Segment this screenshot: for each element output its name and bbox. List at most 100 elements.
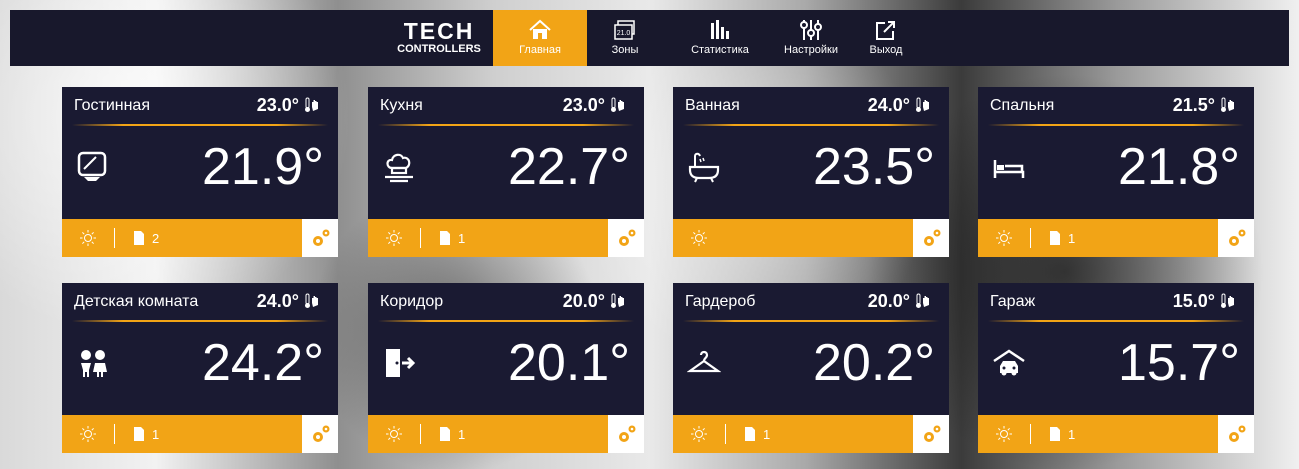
zone-settings-button[interactable] xyxy=(302,415,338,453)
zone-card-footer: 1 xyxy=(978,219,1254,257)
sun-icon xyxy=(386,426,402,442)
zone-card-footer: 2 xyxy=(62,219,338,257)
zone-settings-button[interactable] xyxy=(608,219,644,257)
zone-card-header: Гостинная 23.0° xyxy=(62,87,338,125)
current-temperature: 20.2° xyxy=(812,334,935,392)
zones-icon: 21.0 xyxy=(614,20,635,40)
sun-icon xyxy=(996,230,1012,246)
zone-name: Спальня xyxy=(990,97,1055,114)
sensor-count: 1 xyxy=(152,427,160,442)
top-navigation-bar: TECH CONTROLLERS Главная 21.0 Зоны Стати… xyxy=(10,10,1289,66)
chef-hat-icon xyxy=(385,153,413,183)
gear-icon xyxy=(924,229,941,246)
header-divider xyxy=(988,124,1244,126)
nav-exit[interactable]: Выход xyxy=(858,10,914,66)
header-divider xyxy=(683,124,939,126)
thermometer-hand-icon xyxy=(1221,293,1234,308)
zone-card-garage[interactable]: Гараж 15.0° 15.7° 1 xyxy=(978,283,1254,453)
bathtub-icon xyxy=(688,152,720,183)
gear-icon xyxy=(313,229,330,246)
zone-card-footer: 1 xyxy=(368,415,644,453)
current-temperature: 21.8° xyxy=(1117,138,1240,196)
footer-separator xyxy=(420,228,421,248)
sensor-count: 1 xyxy=(458,231,466,246)
zone-card-bathroom[interactable]: Ванная 24.0° 23.5° xyxy=(673,87,949,257)
zone-card-footer xyxy=(673,219,949,257)
nav-statistics[interactable]: Статистика xyxy=(675,10,765,66)
sensor-count: 1 xyxy=(1068,427,1076,442)
thermometer-hand-icon xyxy=(611,97,624,112)
children-icon xyxy=(81,350,107,377)
current-temperature: 24.2° xyxy=(201,334,324,392)
sensor-count: 1 xyxy=(763,427,771,442)
gear-icon xyxy=(619,425,636,442)
gear-icon xyxy=(1229,425,1246,442)
header-divider xyxy=(988,320,1244,322)
zone-card-header: Кухня 23.0° xyxy=(368,87,644,125)
sun-icon xyxy=(80,230,96,246)
current-temperature: 21.9° xyxy=(201,138,324,196)
zone-card-corridor[interactable]: Коридор 20.0° 20.1° 1 xyxy=(368,283,644,453)
thermometer-hand-icon xyxy=(305,97,318,112)
header-divider xyxy=(378,320,634,322)
zone-settings-button[interactable] xyxy=(1218,415,1254,453)
zone-name: Детская комната xyxy=(74,293,199,310)
statistics-icon xyxy=(711,20,729,39)
sun-icon xyxy=(996,426,1012,442)
zone-card-kitchen[interactable]: Кухня 23.0° 22.7° 1 xyxy=(368,87,644,257)
zone-card-kids-room[interactable]: Детская комната 24.0° 24.2° 1 xyxy=(62,283,338,453)
sensor-count: 1 xyxy=(458,427,466,442)
zone-name: Гараж xyxy=(990,293,1036,310)
zone-name: Коридор xyxy=(380,293,444,310)
zone-settings-button[interactable] xyxy=(1218,219,1254,257)
header-divider xyxy=(378,124,634,126)
zone-settings-button[interactable] xyxy=(302,219,338,257)
zone-card-header: Гараж 15.0° xyxy=(978,283,1254,321)
nav-zones[interactable]: 21.0 Зоны xyxy=(595,10,655,66)
thermometer-hand-icon xyxy=(305,293,318,308)
sun-icon xyxy=(80,426,96,442)
footer-separator xyxy=(1030,228,1031,248)
set-temperature: 23.0° xyxy=(562,95,605,115)
header-divider xyxy=(72,124,328,126)
zone-card-bedroom[interactable]: Спальня 21.5° 21.8° 1 xyxy=(978,87,1254,257)
zone-card-footer: 1 xyxy=(62,415,338,453)
gear-icon xyxy=(619,229,636,246)
exit-icon xyxy=(876,21,895,40)
nav-settings[interactable]: Настройки xyxy=(771,10,851,66)
zone-settings-button[interactable] xyxy=(608,415,644,453)
gear-icon xyxy=(313,425,330,442)
sensor-icon xyxy=(1050,231,1060,245)
gear-icon xyxy=(924,425,941,442)
sensor-count: 2 xyxy=(152,231,160,246)
thermometer-hand-icon xyxy=(916,293,929,308)
door-icon xyxy=(386,349,416,377)
thermometer-hand-icon xyxy=(611,293,624,308)
settings-sliders-icon xyxy=(800,20,822,40)
zone-name: Кухня xyxy=(380,97,423,114)
home-icon xyxy=(529,19,551,39)
zone-card-living-room[interactable]: Гостинная 23.0° 21.9° 2 xyxy=(62,87,338,257)
zone-card-footer: 1 xyxy=(978,415,1254,453)
footer-separator xyxy=(725,424,726,444)
zone-settings-button[interactable] xyxy=(913,415,949,453)
sun-icon xyxy=(691,426,707,442)
zone-name: Гардероб xyxy=(685,293,756,310)
zone-card-wardrobe[interactable]: Гардероб 20.0° 20.2° 1 xyxy=(673,283,949,453)
nav-home[interactable]: Главная xyxy=(493,10,587,66)
footer-separator xyxy=(114,228,115,248)
zone-card-header: Гардероб 20.0° xyxy=(673,283,949,321)
sun-icon xyxy=(386,230,402,246)
sensor-icon xyxy=(134,231,144,245)
set-temperature: 15.0° xyxy=(1172,291,1215,311)
sensor-icon xyxy=(745,427,755,441)
zone-card-header: Коридор 20.0° xyxy=(368,283,644,321)
thermometer-hand-icon xyxy=(1221,97,1234,112)
footer-separator xyxy=(1030,424,1031,444)
footer-separator xyxy=(420,424,421,444)
footer-separator xyxy=(114,424,115,444)
tv-icon xyxy=(77,151,107,181)
zone-settings-button[interactable] xyxy=(913,219,949,257)
current-temperature: 20.1° xyxy=(507,334,630,392)
zone-card-footer: 1 xyxy=(368,219,644,257)
